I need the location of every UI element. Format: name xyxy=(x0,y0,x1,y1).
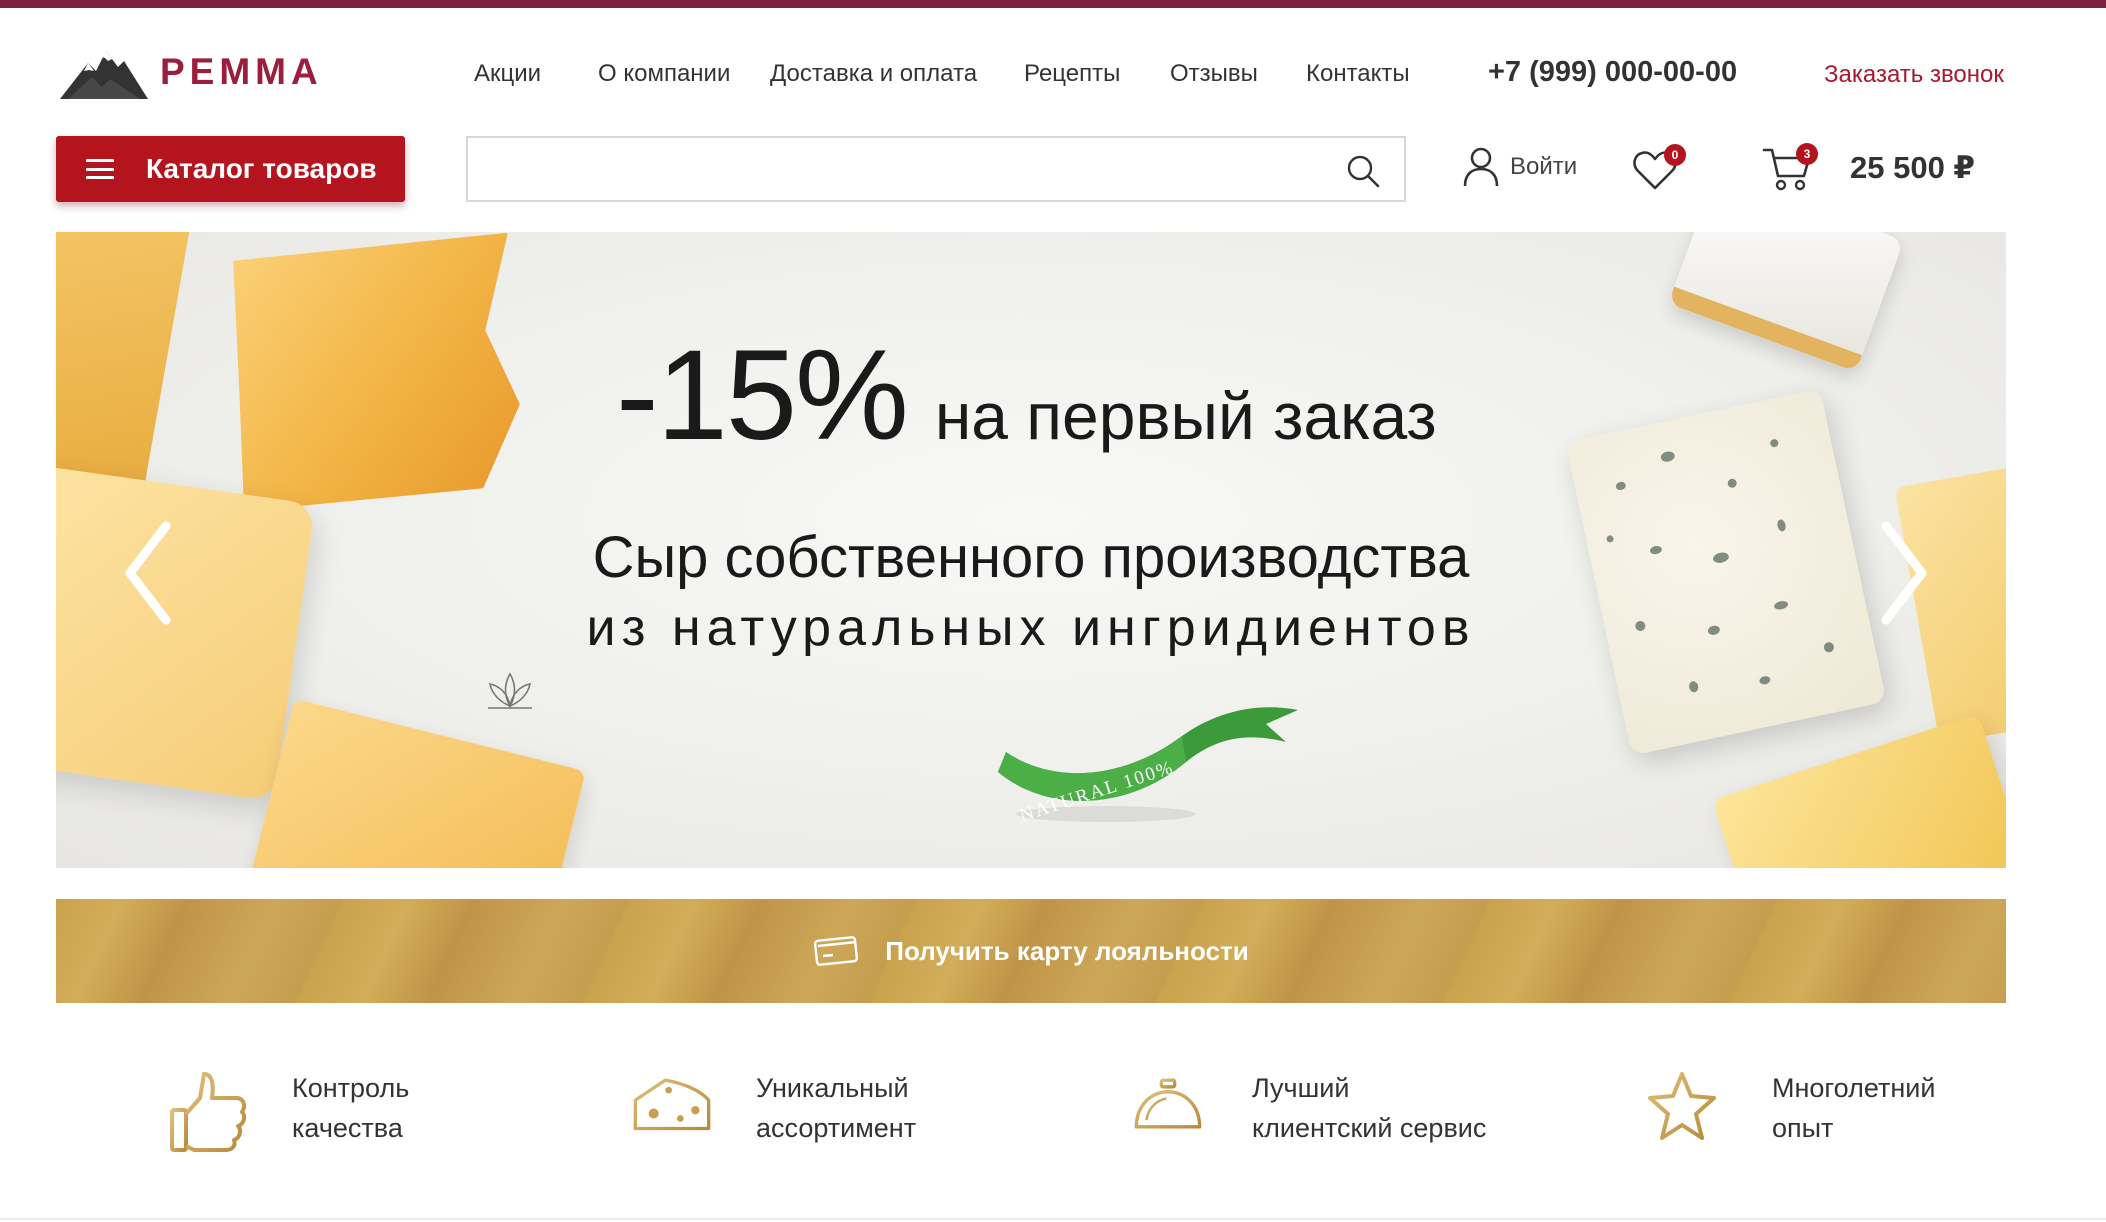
cart-count-badge: 3 xyxy=(1796,143,1818,165)
star-icon xyxy=(1648,1072,1726,1140)
cheese-image xyxy=(246,698,586,868)
promo-banner[interactable]: -15% на первый заказ Сыр собственного пр… xyxy=(56,232,2006,868)
carousel-next-button[interactable] xyxy=(1874,518,1934,628)
feature-assortment-line1: Уникальный xyxy=(756,1073,909,1103)
feature-service-line2: клиентский сервис xyxy=(1252,1113,1487,1143)
cart-button[interactable]: 3 xyxy=(1762,140,1822,196)
nav-item-about[interactable]: О компании xyxy=(598,60,730,88)
thumbs-up-icon xyxy=(170,1072,247,1152)
nav-item-recipes[interactable]: Рецепты xyxy=(1024,60,1120,88)
leaf-icon xyxy=(488,672,532,709)
feature-experience-line1: Многолетний xyxy=(1772,1073,1936,1103)
login-label: Войти xyxy=(1510,153,1578,180)
chevron-left-icon xyxy=(125,521,171,625)
menu-icon xyxy=(86,159,114,179)
cheese-image xyxy=(209,232,542,522)
feature-service: Лучший клиентский сервис xyxy=(1128,1068,1486,1164)
divider xyxy=(0,1218,2106,1220)
feature-quality-line2: качества xyxy=(292,1113,403,1143)
feature-experience-line2: опыт xyxy=(1772,1113,1834,1143)
phone-number[interactable]: +7 (999) 000-00-00 xyxy=(1488,56,1737,89)
service-bell-icon xyxy=(1129,1078,1207,1142)
favorites-button[interactable]: 0 xyxy=(1630,140,1690,196)
feature-quality: Контроль качества xyxy=(168,1068,409,1164)
callback-link[interactable]: Заказать звонок xyxy=(1824,61,2004,89)
nav-item-reviews[interactable]: Отзывы xyxy=(1170,60,1258,88)
logo-text: РЕММА xyxy=(160,51,323,92)
nav-item-promos[interactable]: Акции xyxy=(474,60,541,88)
feature-experience: Многолетний опыт xyxy=(1648,1068,1935,1164)
cheese-image xyxy=(1711,713,2006,868)
search-icon[interactable] xyxy=(1346,154,1380,188)
discount-value: -15% xyxy=(616,324,909,467)
mountain-logo-icon xyxy=(60,51,148,99)
search-box xyxy=(466,136,1406,202)
feature-assortment-line2: ассортимент xyxy=(756,1113,917,1143)
catalog-button[interactable]: Каталог товаров xyxy=(56,136,405,202)
loyalty-card-label: Получить карту лояльности xyxy=(885,935,1249,966)
logo[interactable]: РЕММА xyxy=(58,40,328,104)
nav-item-delivery[interactable]: Доставка и оплата xyxy=(770,60,977,88)
chevron-right-icon xyxy=(1881,521,1927,625)
feature-quality-line1: Контроль xyxy=(292,1073,410,1103)
promo-discount: -15% на первый заказ xyxy=(616,322,1516,467)
cart-total[interactable]: 25 500 ₽ xyxy=(1850,150,1975,186)
user-icon xyxy=(1463,147,1499,187)
banner-headline-line2: из натуральных ингридиентов xyxy=(586,599,1476,657)
login-button[interactable]: Войти xyxy=(1462,145,1577,189)
cheese-icon xyxy=(633,1078,711,1131)
catalog-button-label: Каталог товаров xyxy=(146,153,377,184)
favorites-count-badge: 0 xyxy=(1664,144,1686,166)
top-accent-strip xyxy=(0,0,2106,8)
natural-ribbon: NATURAL 100% xyxy=(998,707,1298,827)
cheese-image xyxy=(1668,232,1904,372)
card-icon xyxy=(814,936,859,966)
nav-item-contacts[interactable]: Контакты xyxy=(1306,60,1410,88)
discount-text: на первый заказ xyxy=(934,379,1437,453)
search-input[interactable] xyxy=(468,138,1328,200)
loyalty-card-button[interactable]: Получить карту лояльности xyxy=(56,899,2006,1003)
carousel-prev-button[interactable] xyxy=(118,518,178,628)
feature-assortment: Уникальный ассортимент xyxy=(632,1068,916,1164)
feature-service-line1: Лучший xyxy=(1252,1073,1350,1103)
banner-headline-line1: Сыр собственного производства xyxy=(592,525,1470,590)
